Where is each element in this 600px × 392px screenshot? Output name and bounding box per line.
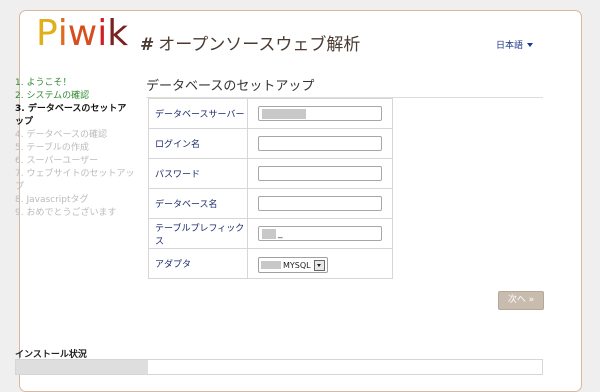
field-label: テーブルプレフィックス bbox=[148, 218, 248, 249]
step-item: 8. Javascriptタグ bbox=[15, 195, 89, 205]
tagline-text: オープンソースウェブ解析 bbox=[158, 35, 361, 55]
logo-letter: k bbox=[107, 13, 129, 54]
redacted-text bbox=[261, 261, 281, 269]
tagline: # オープンソースウェブ解析 bbox=[140, 30, 360, 55]
logo-letter: P bbox=[36, 13, 58, 54]
redacted-text bbox=[262, 108, 306, 119]
next-button[interactable]: 次へ » bbox=[498, 291, 544, 310]
step-item: 7. ウェブサイトのセットアップ bbox=[15, 169, 135, 192]
form-row: データベース名 bbox=[148, 188, 393, 219]
login-input[interactable] bbox=[258, 136, 382, 151]
language-selector[interactable]: 日本語 bbox=[496, 38, 534, 51]
field-label: アダプタ bbox=[148, 248, 248, 279]
form-row: パスワード bbox=[148, 158, 393, 189]
logo-letter: w bbox=[67, 13, 98, 54]
adapter-select[interactable]: MYSQL bbox=[258, 257, 328, 273]
database-form: データベースサーバー ログイン名 パスワード データベース名 テーブルプレフィッ… bbox=[148, 98, 393, 279]
form-row: ログイン名 bbox=[148, 128, 393, 159]
password-input[interactable] bbox=[258, 166, 382, 181]
hash-icon: # bbox=[140, 35, 155, 55]
install-progress-bar bbox=[15, 359, 543, 375]
redacted-text bbox=[262, 228, 276, 239]
field-label: ログイン名 bbox=[148, 128, 248, 159]
dropdown-arrow-icon[interactable] bbox=[313, 259, 325, 271]
field-label: データベースサーバー bbox=[148, 98, 248, 129]
step-item: 5. テーブルの作成 bbox=[15, 143, 89, 153]
logo-letter: i bbox=[57, 13, 68, 54]
step-item: 6. スーパーユーザー bbox=[15, 156, 99, 166]
step-item: 1. ようこそ！ bbox=[15, 78, 72, 88]
install-steps: 1. ようこそ！ 2. システムの確認 3. データベースのセットアップ 4. … bbox=[15, 77, 135, 220]
page-title: データベースのセットアップ bbox=[146, 75, 543, 98]
database-name-input[interactable] bbox=[258, 196, 382, 211]
step-item: 2. システムの確認 bbox=[15, 91, 90, 101]
db-server-input[interactable] bbox=[258, 106, 382, 121]
step-item: 9. おめでとうございます bbox=[15, 208, 117, 218]
logo-letter: i bbox=[97, 13, 108, 54]
chevron-down-icon bbox=[527, 43, 534, 47]
table-prefix-input[interactable]: _ bbox=[258, 226, 382, 241]
step-item: 3. データベースのセットアップ bbox=[15, 104, 127, 127]
piwik-logo: Piwik bbox=[36, 13, 128, 54]
language-label: 日本語 bbox=[496, 41, 524, 51]
form-row: テーブルプレフィックス _ bbox=[148, 218, 393, 249]
field-label: データベース名 bbox=[148, 188, 248, 219]
form-row: データベースサーバー bbox=[148, 98, 393, 129]
field-label: パスワード bbox=[148, 158, 248, 189]
step-item: 4. データベースの確認 bbox=[15, 130, 107, 140]
form-row: アダプタ MYSQL bbox=[148, 248, 393, 279]
install-progress-fill bbox=[16, 360, 148, 374]
